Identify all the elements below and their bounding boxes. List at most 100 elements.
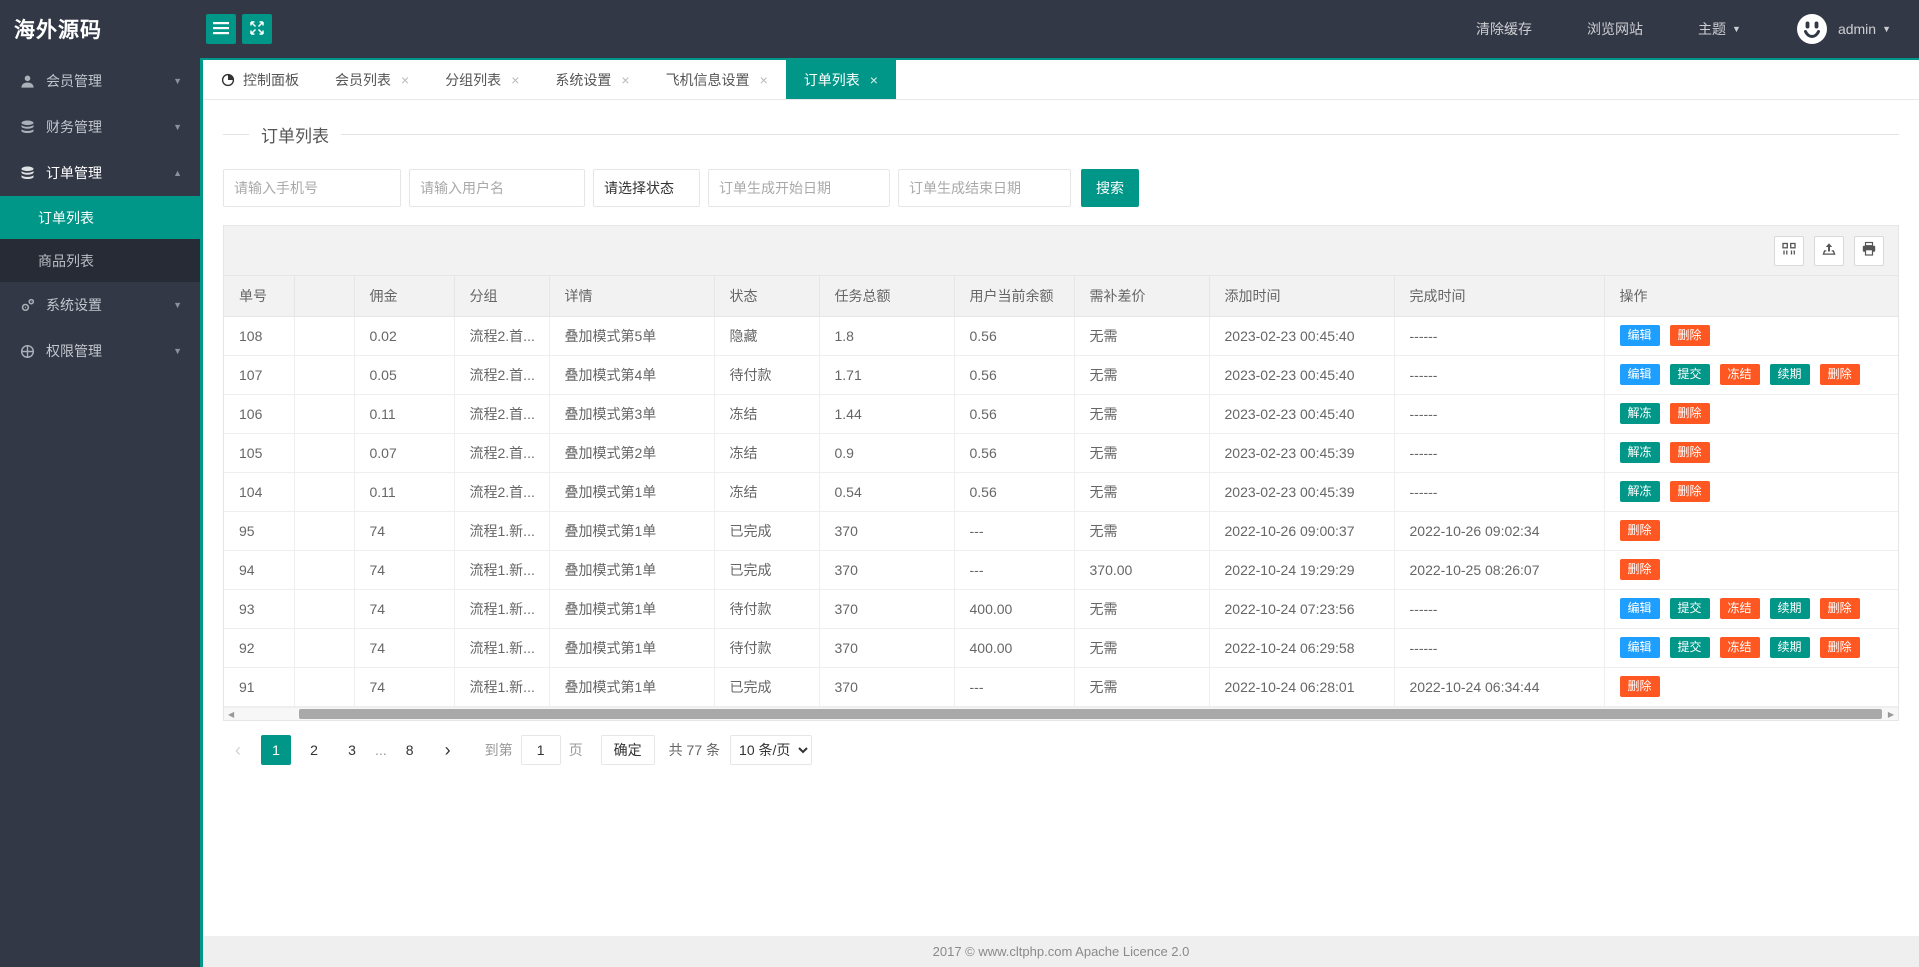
end-date-input[interactable] [898, 169, 1071, 207]
table-toolbar [224, 226, 1898, 276]
tab-分组列表[interactable]: 分组列表 × [427, 60, 537, 99]
sidebar-item-会员管理[interactable]: 会员管理 ▼ [0, 58, 200, 104]
cell-balance: --- [954, 667, 1075, 707]
fullscreen-button[interactable] [242, 14, 272, 44]
删除-button[interactable]: 删除 [1669, 480, 1710, 503]
filter-bar: 请选择状态 搜索 [223, 169, 1899, 207]
tab-飞机信息设置[interactable]: 飞机信息设置 × [648, 60, 786, 99]
删除-button[interactable]: 删除 [1819, 636, 1860, 659]
cell-status: 冻结 [714, 472, 820, 512]
sidebar-item-系统设置[interactable]: 系统设置 ▼ [0, 282, 200, 328]
column-header [294, 276, 355, 317]
续期-button[interactable]: 续期 [1769, 636, 1810, 659]
冻结-button[interactable]: 冻结 [1719, 636, 1760, 659]
删除-button[interactable]: 删除 [1619, 675, 1660, 698]
续期-button[interactable]: 续期 [1769, 363, 1810, 386]
删除-button[interactable]: 删除 [1669, 441, 1710, 464]
删除-button[interactable]: 删除 [1669, 402, 1710, 425]
cell-actions: 编辑 提交 冻结 续期 删除 [1604, 628, 1898, 668]
status-select[interactable]: 请选择状态 [593, 169, 700, 207]
续期-button[interactable]: 续期 [1769, 597, 1810, 620]
page-button-2[interactable]: 2 [299, 735, 329, 765]
start-date-input[interactable] [708, 169, 890, 207]
编辑-button[interactable]: 编辑 [1619, 324, 1660, 347]
close-icon[interactable]: × [760, 73, 768, 87]
user-menu[interactable]: admin ▼ [1838, 21, 1891, 37]
解冻-button[interactable]: 解冻 [1619, 480, 1660, 503]
table-card: 单号 佣金 分组 详情 状态 任务总额 用户当前余额 需补差价 添加时间 完成时间 操作 108 0.… [223, 225, 1899, 721]
tab-订单列表[interactable]: 订单列表 × [785, 60, 896, 99]
提交-button[interactable]: 提交 [1669, 636, 1710, 659]
export-button[interactable] [1814, 235, 1844, 266]
phone-input[interactable] [223, 169, 401, 207]
删除-button[interactable]: 删除 [1619, 519, 1660, 542]
sidebar-subitem-商品列表[interactable]: 商品列表 [0, 239, 200, 282]
scroll-left-icon[interactable]: ◀ [228, 708, 234, 721]
chevron-down-icon: ▼ [1732, 24, 1741, 34]
print-button[interactable] [1854, 235, 1884, 266]
cell-balance: 400.00 [954, 589, 1075, 629]
tab-系统设置[interactable]: 系统设置 × [537, 60, 647, 99]
sidebar-item-财务管理[interactable]: 财务管理 ▼ [0, 104, 200, 150]
search-button[interactable]: 搜索 [1081, 169, 1139, 207]
删除-button[interactable]: 删除 [1669, 324, 1710, 347]
冻结-button[interactable]: 冻结 [1719, 363, 1760, 386]
browse-site-link[interactable]: 浏览网站 [1587, 19, 1643, 39]
page-button-1[interactable]: 1 [261, 734, 291, 765]
cell-finished: 2022-10-26 09:02:34 [1394, 511, 1605, 551]
clear-cache-link[interactable]: 清除缓存 [1476, 19, 1532, 39]
hamburger-icon [213, 21, 229, 38]
编辑-button[interactable]: 编辑 [1619, 363, 1660, 386]
sidebar-item-订单管理[interactable]: 订单管理 ▲ [0, 150, 200, 196]
冻结-button[interactable]: 冻结 [1719, 597, 1760, 620]
table-row: 107 0.05 流程2.首... 叠加模式第4单 待付款 1.71 0.56 无需 2023-… [224, 355, 1898, 395]
close-icon[interactable]: × [870, 73, 878, 87]
sidebar-toggle-button[interactable] [206, 14, 236, 44]
scrollbar-thumb[interactable] [299, 708, 1882, 719]
page-button-3[interactable]: 3 [337, 735, 367, 765]
scroll-right-icon[interactable]: ▶ [1888, 708, 1894, 721]
export-icon [1821, 241, 1837, 260]
globe-icon [20, 343, 36, 359]
pagination: ‹ 123... 8 › 到第 页确定共 77 条 10 条/页 [223, 734, 1899, 765]
sidebar-item-label: 系统设置 [46, 297, 102, 313]
prev-page-button[interactable]: ‹ [223, 735, 253, 765]
cell-group: 流程1.新... [454, 589, 550, 629]
提交-button[interactable]: 提交 [1669, 363, 1710, 386]
删除-button[interactable]: 删除 [1819, 363, 1860, 386]
close-icon[interactable]: × [621, 73, 629, 87]
cell-commission: 74 [354, 589, 455, 629]
confirm-button[interactable]: 确定 [600, 734, 655, 765]
tab-控制面板[interactable]: 控制面板 [203, 60, 317, 99]
cell-blank [294, 355, 355, 395]
提交-button[interactable]: 提交 [1669, 597, 1710, 620]
cell-id: 107 [224, 355, 295, 395]
filter-columns-button[interactable] [1774, 235, 1804, 266]
page-button-8[interactable]: 8 [395, 735, 425, 765]
avatar[interactable] [1796, 13, 1828, 45]
table-row: 92 74 流程1.新... 叠加模式第1单 待付款 370 400.00 无需 2022-10… [224, 628, 1898, 668]
theme-menu[interactable]: 主题 ▼ [1698, 19, 1741, 39]
horizontal-scrollbar[interactable]: ◀ ▶ [224, 706, 1898, 721]
next-page-button[interactable]: › [433, 735, 463, 765]
删除-button[interactable]: 删除 [1619, 558, 1660, 581]
cell-commission: 74 [354, 550, 455, 590]
column-header: 佣金 [354, 276, 455, 317]
close-icon[interactable]: × [401, 73, 409, 87]
cell-total: 370 [819, 550, 955, 590]
goto-page-input[interactable] [520, 734, 561, 765]
cell-id: 91 [224, 667, 295, 707]
编辑-button[interactable]: 编辑 [1619, 597, 1660, 620]
username-input[interactable] [409, 169, 585, 207]
编辑-button[interactable]: 编辑 [1619, 636, 1660, 659]
解冻-button[interactable]: 解冻 [1619, 441, 1660, 464]
cell-total: 370 [819, 628, 955, 668]
cell-finished: ------ [1394, 394, 1605, 434]
解冻-button[interactable]: 解冻 [1619, 402, 1660, 425]
sidebar-item-权限管理[interactable]: 权限管理 ▼ [0, 328, 200, 374]
close-icon[interactable]: × [511, 73, 519, 87]
sidebar-subitem-订单列表[interactable]: 订单列表 [0, 196, 200, 239]
删除-button[interactable]: 删除 [1819, 597, 1860, 620]
tab-会员列表[interactable]: 会员列表 × [317, 60, 427, 99]
page-size-select[interactable]: 10 条/页 [730, 734, 813, 765]
